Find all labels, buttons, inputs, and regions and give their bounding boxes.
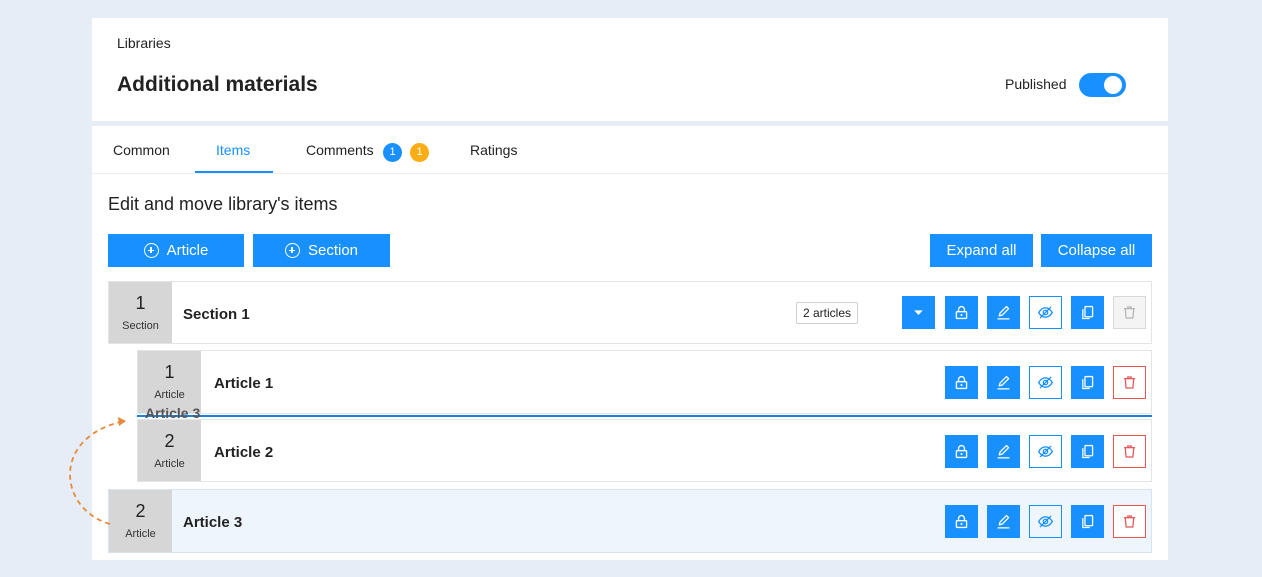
- copy-button[interactable]: [1071, 505, 1104, 538]
- item-kind: Article: [154, 389, 185, 401]
- breadcrumb[interactable]: Libraries: [117, 35, 171, 51]
- copy-icon: [1079, 443, 1096, 460]
- add-article-label: Article: [166, 242, 209, 259]
- visibility-button[interactable]: [1029, 435, 1062, 468]
- eye-off-icon: [1037, 304, 1054, 321]
- drag-arrow-icon: [69, 417, 126, 525]
- lock-button[interactable]: [945, 435, 978, 468]
- trash-icon: [1121, 443, 1138, 460]
- lock-button[interactable]: [945, 505, 978, 538]
- comments-badge-blue: 1: [383, 143, 402, 162]
- toggle-knob: [1104, 76, 1122, 94]
- item-number-box[interactable]: 1 Section: [109, 282, 172, 343]
- article-count-tag: 2 articles: [796, 302, 859, 324]
- plus-circle-icon: [143, 243, 159, 258]
- edit-button[interactable]: [987, 296, 1020, 329]
- copy-icon: [1079, 513, 1096, 530]
- lock-icon: [953, 304, 970, 321]
- item-number: 1: [135, 293, 146, 313]
- published-toggle[interactable]: [1079, 73, 1126, 97]
- drop-indicator: [137, 415, 1152, 417]
- delete-button: [1113, 296, 1146, 329]
- copy-icon: [1079, 374, 1096, 391]
- caret-down-icon: [910, 304, 927, 321]
- edit-icon: [995, 513, 1012, 530]
- expand-section-button[interactable]: [902, 296, 935, 329]
- tab-ratings[interactable]: Ratings: [470, 142, 517, 158]
- item-kind: Section: [122, 320, 159, 332]
- collapse-all-button[interactable]: Collapse all: [1041, 234, 1152, 267]
- item-number: 1: [164, 362, 175, 382]
- edit-button[interactable]: [987, 505, 1020, 538]
- trash-icon: [1121, 513, 1138, 530]
- copy-button[interactable]: [1071, 296, 1104, 329]
- library-header: Libraries Additional materials Published: [92, 18, 1168, 121]
- published-label: Published: [1005, 76, 1067, 92]
- expand-all-button[interactable]: Expand all: [930, 234, 1033, 267]
- tab-comments[interactable]: Comments: [306, 142, 374, 158]
- item-number-box[interactable]: 2 Article: [138, 420, 201, 481]
- lock-button[interactable]: [945, 366, 978, 399]
- eye-off-icon: [1037, 513, 1054, 530]
- copy-button[interactable]: [1071, 366, 1104, 399]
- lock-icon: [953, 443, 970, 460]
- eye-off-icon: [1037, 443, 1054, 460]
- lock-icon: [953, 513, 970, 530]
- plus-circle-icon: [284, 243, 300, 258]
- comments-badge-orange: 1: [410, 143, 429, 162]
- edit-icon: [995, 304, 1012, 321]
- item-title: Section 1: [183, 306, 250, 323]
- visibility-button[interactable]: [1029, 505, 1062, 538]
- trash-icon: [1121, 374, 1138, 391]
- edit-icon: [995, 443, 1012, 460]
- items-heading: Edit and move library's items: [108, 194, 338, 214]
- add-article-button[interactable]: Article: [108, 234, 244, 267]
- item-number: 2: [164, 431, 175, 451]
- add-section-label: Section: [307, 242, 359, 259]
- tab-common[interactable]: Common: [113, 142, 170, 158]
- copy-button[interactable]: [1071, 435, 1104, 468]
- lock-button[interactable]: [945, 296, 978, 329]
- delete-button[interactable]: [1113, 435, 1146, 468]
- copy-icon: [1079, 304, 1096, 321]
- add-section-button[interactable]: Section: [253, 234, 390, 267]
- item-title: Article 3: [183, 514, 243, 531]
- active-tab-indicator: [195, 171, 273, 173]
- delete-button[interactable]: [1113, 366, 1146, 399]
- item-title: Article 2: [214, 444, 274, 461]
- page-title: Additional materials: [117, 73, 318, 96]
- item-title: Article 1: [214, 375, 274, 392]
- delete-button[interactable]: [1113, 505, 1146, 538]
- edit-button[interactable]: [987, 366, 1020, 399]
- edit-icon: [995, 374, 1012, 391]
- eye-off-icon: [1037, 374, 1054, 391]
- item-number-box[interactable]: 1 Article: [138, 351, 201, 413]
- trash-icon: [1121, 304, 1138, 321]
- lock-icon: [953, 374, 970, 391]
- tab-bar: Common Items Comments 1 1 Ratings: [92, 126, 1168, 174]
- edit-button[interactable]: [987, 435, 1020, 468]
- tab-items[interactable]: Items: [216, 142, 250, 158]
- visibility-button[interactable]: [1029, 296, 1062, 329]
- item-kind: Article: [154, 458, 185, 470]
- visibility-button[interactable]: [1029, 366, 1062, 399]
